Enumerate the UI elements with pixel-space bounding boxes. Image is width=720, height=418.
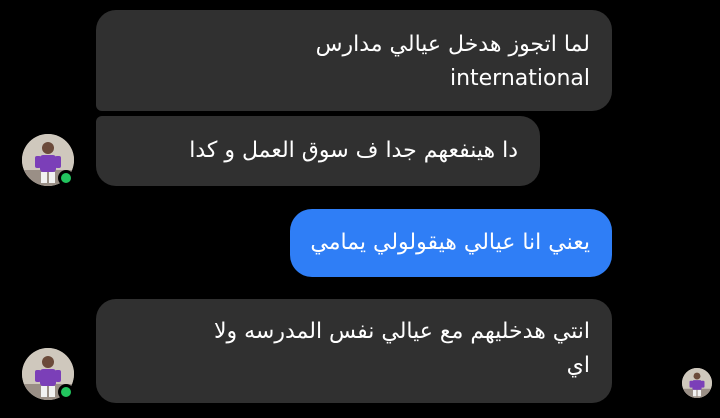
read-receipt-avatar-icon <box>682 368 712 398</box>
message-text-line: يعني انا عيالي هيقولولي يمامي <box>310 230 590 255</box>
online-status-dot <box>58 384 74 400</box>
message-text-line: انتي هدخليهم مع عيالي نفس المدرسه ولا <box>213 319 590 344</box>
message-bubble-incoming-3[interactable]: انتي هدخليهم مع عيالي نفس المدرسه ولا اي <box>96 299 612 403</box>
online-status-dot <box>58 170 74 186</box>
message-text-line: international <box>449 66 590 91</box>
message-bubble-outgoing[interactable]: يعني انا عيالي هيقولولي يمامي <box>290 209 612 277</box>
message-text-line: دا هينفعهم جدا ف سوق العمل و كدا <box>189 138 518 163</box>
message-bubble-incoming-2[interactable]: دا هينفعهم جدا ف سوق العمل و كدا <box>96 116 540 186</box>
message-text-line: لما اتجوز هدخل عيالي مدارس <box>315 32 590 57</box>
message-bubble-incoming-1[interactable]: لما اتجوز هدخل عيالي مدارس international <box>96 10 612 111</box>
message-text-line: اي <box>566 353 590 378</box>
